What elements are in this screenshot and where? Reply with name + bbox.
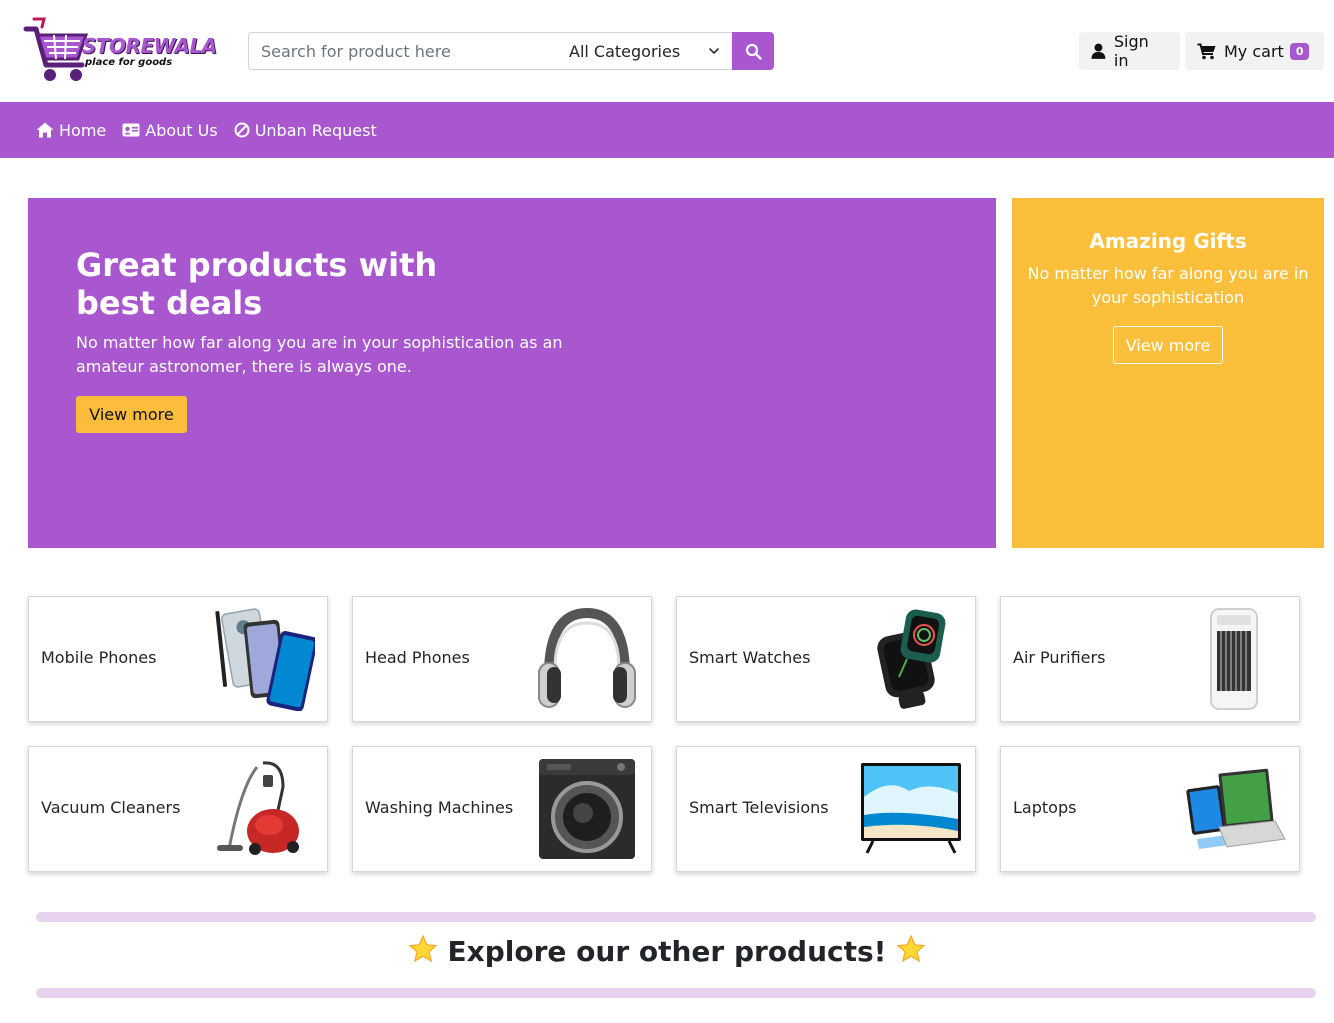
home-icon [36, 122, 54, 138]
category-card-smart-televisions[interactable]: Smart Televisions [676, 746, 976, 872]
cart-logo-icon [23, 17, 89, 81]
television-image [861, 763, 961, 854]
sign-in-label: Sign in [1113, 32, 1149, 70]
category-select[interactable]: All Categories [557, 32, 733, 70]
logo-tagline: place for goods [85, 57, 173, 68]
explore-text: Explore our other products! [447, 935, 887, 968]
category-label: Washing Machines [365, 798, 514, 817]
my-cart-button[interactable]: My cart 0 [1185, 32, 1324, 70]
category-label: Vacuum Cleaners [41, 798, 181, 817]
shopping-cart-icon [1197, 43, 1216, 59]
category-card-head-phones[interactable]: Head Phones [352, 596, 652, 722]
gifts-view-more-button[interactable]: View more [1113, 326, 1223, 364]
smart-watch-image [877, 609, 946, 709]
search-input[interactable] [248, 32, 558, 70]
star-icon [408, 934, 438, 963]
washing-machine-image [539, 759, 635, 859]
ban-icon [234, 122, 250, 138]
store-logo[interactable]: STOREWALA place for goods [20, 15, 217, 87]
hero-description: No matter how far along you are in your … [76, 333, 563, 376]
nav-item-home[interactable]: Home [36, 121, 106, 140]
hero-banner: Great products with best deals No matter… [28, 198, 996, 548]
category-card-mobile-phones[interactable]: Mobile Phones [28, 596, 328, 722]
category-card-smart-watches[interactable]: Smart Watches [676, 596, 976, 722]
category-label: Head Phones [365, 648, 470, 667]
hero-view-more-button[interactable]: View more [76, 396, 187, 433]
category-label: Mobile Phones [41, 648, 157, 667]
explore-heading: Explore our other products! [0, 934, 1334, 968]
nav-item-label: Unban Request [254, 120, 377, 140]
laptop-image [1186, 768, 1286, 849]
divider-band-top [36, 912, 1316, 922]
gifts-banner: Amazing Gifts No matter how far along yo… [1012, 198, 1324, 548]
category-label: Smart Watches [689, 648, 811, 667]
main-nav: Home About Us Unban Request [0, 102, 1334, 158]
headphones-image [538, 607, 636, 708]
hero-title: Great products with best deals [76, 246, 438, 322]
gifts-title: Amazing Gifts [1089, 229, 1247, 253]
chevron-down-icon [709, 48, 719, 54]
gifts-description: No matter how far along you are in your … [1027, 264, 1309, 307]
site-header: STOREWALA place for goods All Categories… [0, 0, 1334, 102]
nav-item-label: Home [59, 120, 107, 140]
id-card-icon [122, 123, 140, 137]
logo-title: STOREWALA [82, 34, 217, 58]
nav-item-unban-request[interactable]: Unban Request [234, 121, 377, 140]
category-label: Smart Televisions [689, 798, 829, 817]
cart-count-badge: 0 [1289, 42, 1310, 60]
category-card-vacuum-cleaners[interactable]: Vacuum Cleaners [28, 746, 328, 872]
category-card-laptops[interactable]: Laptops [1000, 746, 1300, 872]
category-label: Air Purifiers [1013, 648, 1106, 667]
vacuum-cleaner-image [217, 761, 299, 855]
star-icon [896, 934, 926, 963]
category-card-air-purifiers[interactable]: Air Purifiers [1000, 596, 1300, 722]
category-label: Laptops [1013, 798, 1077, 817]
nav-item-label: About Us [145, 120, 218, 140]
air-purifier-image [1210, 608, 1258, 710]
search-icon [745, 43, 762, 60]
user-icon [1091, 43, 1106, 59]
my-cart-label: My cart [1224, 41, 1284, 61]
divider-band-bottom [36, 988, 1316, 998]
mobile-phones-image [215, 608, 315, 711]
search-button[interactable] [732, 32, 774, 70]
category-select-value: All Categories [569, 41, 681, 61]
category-card-washing-machines[interactable]: Washing Machines [352, 746, 652, 872]
sign-in-button[interactable]: Sign in [1079, 32, 1180, 70]
nav-item-about-us[interactable]: About Us [122, 120, 218, 140]
